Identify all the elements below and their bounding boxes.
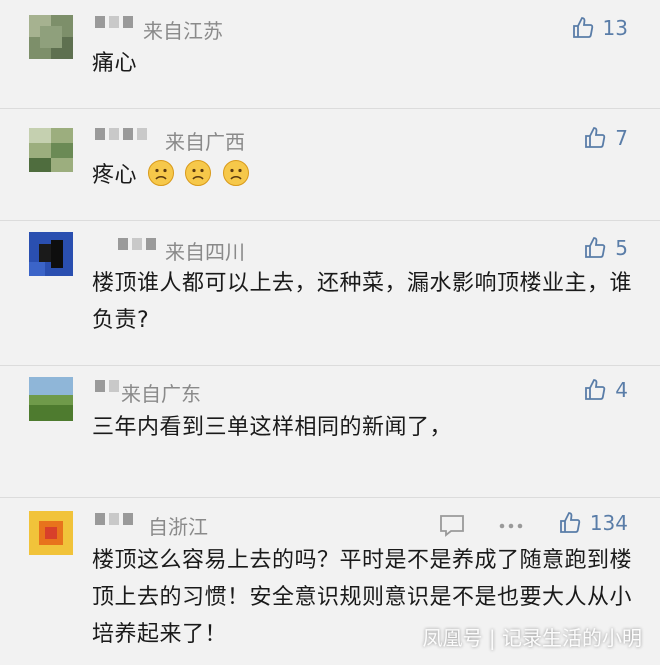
- like-count: 5: [615, 236, 628, 260]
- comment-text: 疼心: [92, 157, 642, 194]
- watermark: 凤凰号 | 记录生活的小明: [422, 626, 642, 650]
- comment-text: 痛心: [92, 51, 138, 76]
- location-label: 自浙江: [148, 515, 208, 539]
- frowning-face-emoji: [147, 160, 174, 186]
- thumbs-up-icon: [572, 17, 593, 38]
- username-redacted[interactable]: [95, 513, 133, 525]
- location-label: 来自四川: [165, 240, 245, 264]
- like-count: 13: [602, 16, 628, 40]
- frowning-face-emoji: [222, 160, 249, 186]
- like-count: 134: [589, 511, 628, 535]
- comment-item: 来自广西 7 疼心: [0, 108, 660, 221]
- username-redacted[interactable]: [95, 16, 133, 28]
- thumbs-up-icon: [585, 127, 606, 148]
- thumbs-up-icon: [559, 512, 581, 533]
- avatar[interactable]: [29, 128, 73, 172]
- comment-text: 三年内看到三单这样相同的新闻了，: [92, 415, 453, 440]
- location-label: 来自广西: [165, 130, 245, 154]
- like-count: 4: [615, 378, 628, 402]
- comment-item: 来自四川 5 楼顶谁人都可以上去，还种菜，漏水影响顶楼业主，谁负责?: [0, 220, 660, 366]
- username-redacted[interactable]: [95, 128, 147, 140]
- thumbs-up-icon: [585, 237, 606, 258]
- avatar[interactable]: [29, 377, 73, 421]
- like-button[interactable]: 4: [583, 378, 628, 402]
- avatar[interactable]: [29, 232, 73, 276]
- like-button[interactable]: 7: [583, 126, 628, 150]
- username-redacted[interactable]: [118, 238, 156, 250]
- like-button[interactable]: 5: [583, 236, 628, 260]
- location-label: 来自广东: [121, 382, 201, 406]
- comment-text: 楼顶谁人都可以上去，还种菜，漏水影响顶楼业主，谁负责?: [92, 271, 633, 333]
- thumbs-up-icon: [585, 379, 606, 400]
- comment-bubble-icon[interactable]: [439, 514, 465, 538]
- like-button[interactable]: 134: [558, 511, 628, 535]
- comment-item: 来自广东 4 三年内看到三单这样相同的新闻了，: [0, 365, 660, 498]
- avatar[interactable]: [29, 15, 73, 59]
- more-dots-icon[interactable]: [498, 522, 524, 530]
- comment-item: 来自江苏 13 痛心: [0, 0, 660, 109]
- username-redacted[interactable]: [95, 380, 119, 392]
- location-label: 来自江苏: [143, 19, 223, 43]
- like-button[interactable]: 13: [571, 16, 628, 40]
- comment-text-content: 疼心: [92, 163, 138, 188]
- like-count: 7: [615, 126, 628, 150]
- avatar[interactable]: [29, 511, 73, 555]
- frowning-face-emoji: [185, 160, 212, 186]
